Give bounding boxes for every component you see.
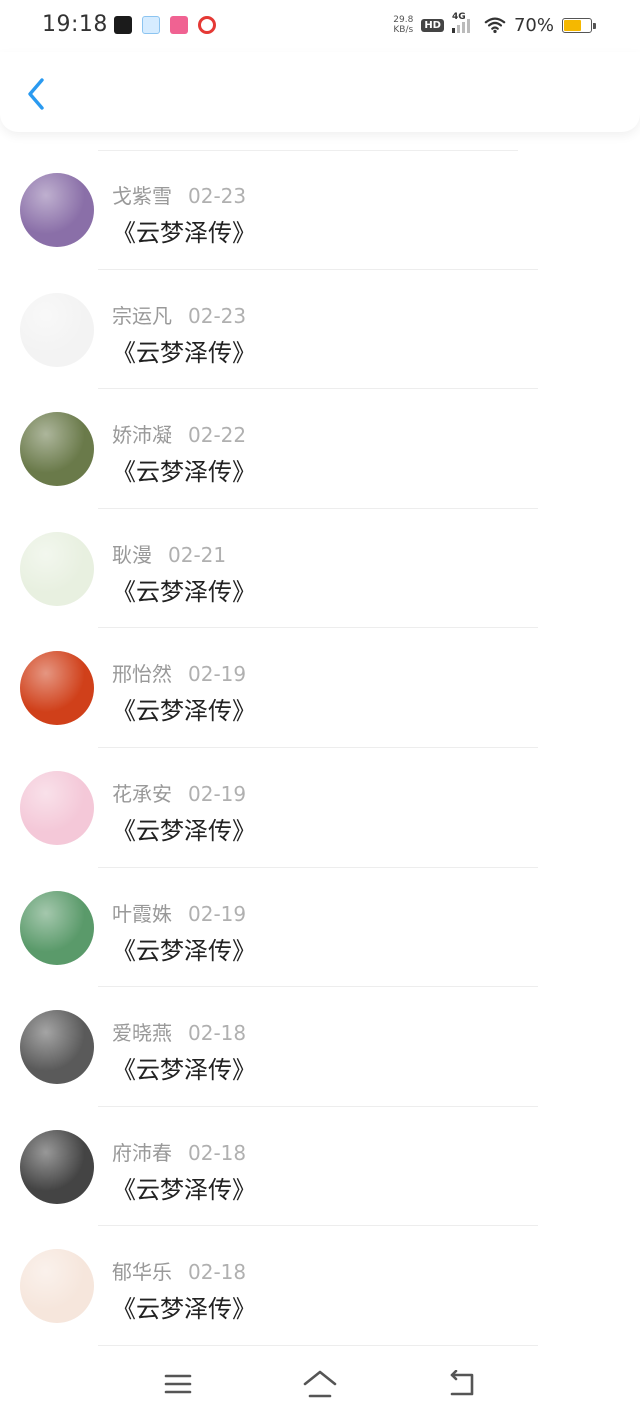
list-item[interactable]: 邢怡然 02-19 《云梦泽传》 (0, 628, 640, 748)
chevron-left-icon (28, 78, 44, 110)
item-date: 02-23 (188, 184, 247, 208)
battery-text: 70% (513, 14, 554, 36)
item-meta: 耿漫 02-21 (112, 539, 226, 568)
user-name[interactable]: 郁华乐 (112, 1260, 172, 1284)
list-item[interactable]: 宗运凡 02-23 《云梦泽传》 (0, 270, 640, 390)
list-item[interactable]: 花承安 02-19 《云梦泽传》 (0, 748, 640, 868)
book-title[interactable]: 《云梦泽传》 (112, 333, 256, 368)
list-item[interactable]: 郁华乐 02-18 《云梦泽传》 (0, 1226, 640, 1346)
back-button[interactable] (18, 74, 54, 114)
item-meta: 邢怡然 02-19 (112, 658, 246, 687)
book-title[interactable]: 《云梦泽传》 (112, 572, 256, 607)
book-title[interactable]: 《云梦泽传》 (112, 1170, 256, 1205)
avatar[interactable] (20, 1010, 94, 1085)
status-bar: 19:18 29.8 KB/s HD 4G 70% (0, 0, 640, 52)
avatar[interactable] (20, 412, 94, 487)
list-item[interactable]: 府沛春 02-18 《云梦泽传》 (0, 1107, 640, 1227)
system-nav-bar (0, 1352, 640, 1422)
item-date: 02-19 (188, 781, 247, 806)
home-button[interactable] (300, 1366, 340, 1402)
user-name[interactable]: 花承安 (112, 782, 172, 806)
status-right: 29.8 KB/s HD 4G 70% (393, 12, 596, 38)
reader-list: 戈紫雪 02-23 《云梦泽传》 宗运凡 02-23 《云梦泽传》 娇沛凝 02-22 《云梦泽… (0, 150, 640, 1346)
menu-icon (164, 1374, 192, 1394)
header-bar (0, 52, 640, 132)
app-icon-3 (170, 16, 188, 34)
user-name[interactable]: 宗运凡 (112, 304, 172, 328)
item-meta: 花承安 02-19 (112, 778, 246, 807)
wifi-icon (484, 17, 506, 34)
item-meta: 郁华乐 02-18 (112, 1256, 246, 1285)
avatar[interactable] (20, 890, 94, 965)
network-label: 4G (451, 12, 466, 22)
item-date: 02-23 (188, 303, 247, 328)
net-speed: 29.8 KB/s (393, 15, 413, 35)
home-icon (303, 1370, 337, 1398)
list-item[interactable]: 戈紫雪 02-23 《云梦泽传》 (0, 150, 640, 270)
item-meta: 宗运凡 02-23 (112, 300, 246, 329)
avatar[interactable] (20, 1129, 94, 1204)
item-meta: 叶霞姝 02-19 (112, 898, 246, 927)
list-item[interactable]: 娇沛凝 02-22 《云梦泽传》 (0, 389, 640, 509)
app-icon-1 (114, 16, 132, 34)
item-date: 02-19 (188, 901, 247, 926)
book-title[interactable]: 《云梦泽传》 (112, 1050, 256, 1085)
item-date: 02-21 (168, 542, 227, 567)
list-item[interactable]: 叶霞姝 02-19 《云梦泽传》 (0, 868, 640, 988)
user-name[interactable]: 爱晓燕 (112, 1021, 172, 1045)
user-name[interactable]: 叶霞姝 (112, 902, 172, 926)
avatar[interactable] (20, 292, 94, 367)
book-title[interactable]: 《云梦泽传》 (112, 691, 256, 726)
user-name[interactable]: 府沛春 (112, 1141, 172, 1165)
status-time: 19:18 (42, 12, 108, 37)
item-meta: 娇沛凝 02-22 (112, 419, 246, 448)
avatar[interactable] (20, 173, 94, 247)
item-date: 02-18 (188, 1260, 247, 1285)
avatar[interactable] (20, 1249, 94, 1324)
user-name[interactable]: 戈紫雪 (112, 184, 172, 208)
item-meta: 爱晓燕 02-18 (112, 1017, 246, 1046)
hd-badge: HD (421, 18, 444, 32)
book-title[interactable]: 《云梦泽传》 (112, 811, 256, 846)
book-title[interactable]: 《云梦泽传》 (112, 452, 256, 487)
avatar[interactable] (20, 651, 94, 726)
app-icon-4 (198, 16, 216, 34)
book-title[interactable]: 《云梦泽传》 (112, 931, 256, 966)
battery-icon (562, 17, 596, 33)
book-title[interactable]: 《云梦泽传》 (112, 1289, 256, 1324)
item-meta: 戈紫雪 02-23 (112, 180, 246, 209)
net-speed-unit: KB/s (393, 25, 414, 35)
avatar[interactable] (20, 770, 94, 845)
item-date: 02-18 (188, 1021, 247, 1046)
signal-icon: 4G (451, 12, 476, 35)
item-date: 02-19 (188, 662, 247, 687)
list-item[interactable]: 爱晓燕 02-18 《云梦泽传》 (0, 987, 640, 1107)
item-meta: 府沛春 02-18 (112, 1137, 246, 1166)
item-date: 02-18 (188, 1140, 247, 1165)
app-icon-2 (142, 16, 160, 34)
back-nav-button[interactable] (442, 1366, 482, 1402)
divider (98, 1344, 538, 1346)
book-title[interactable]: 《云梦泽传》 (112, 213, 256, 248)
back-icon (450, 1370, 474, 1396)
avatar[interactable] (20, 531, 94, 606)
user-name[interactable]: 邢怡然 (112, 662, 172, 686)
user-name[interactable]: 耿漫 (112, 543, 152, 567)
item-date: 02-22 (188, 423, 247, 448)
list-item[interactable]: 耿漫 02-21 《云梦泽传》 (0, 509, 640, 629)
menu-button[interactable] (158, 1366, 198, 1402)
notification-icons (114, 15, 216, 35)
net-speed-value: 29.8 (393, 15, 414, 25)
user-name[interactable]: 娇沛凝 (112, 423, 172, 447)
